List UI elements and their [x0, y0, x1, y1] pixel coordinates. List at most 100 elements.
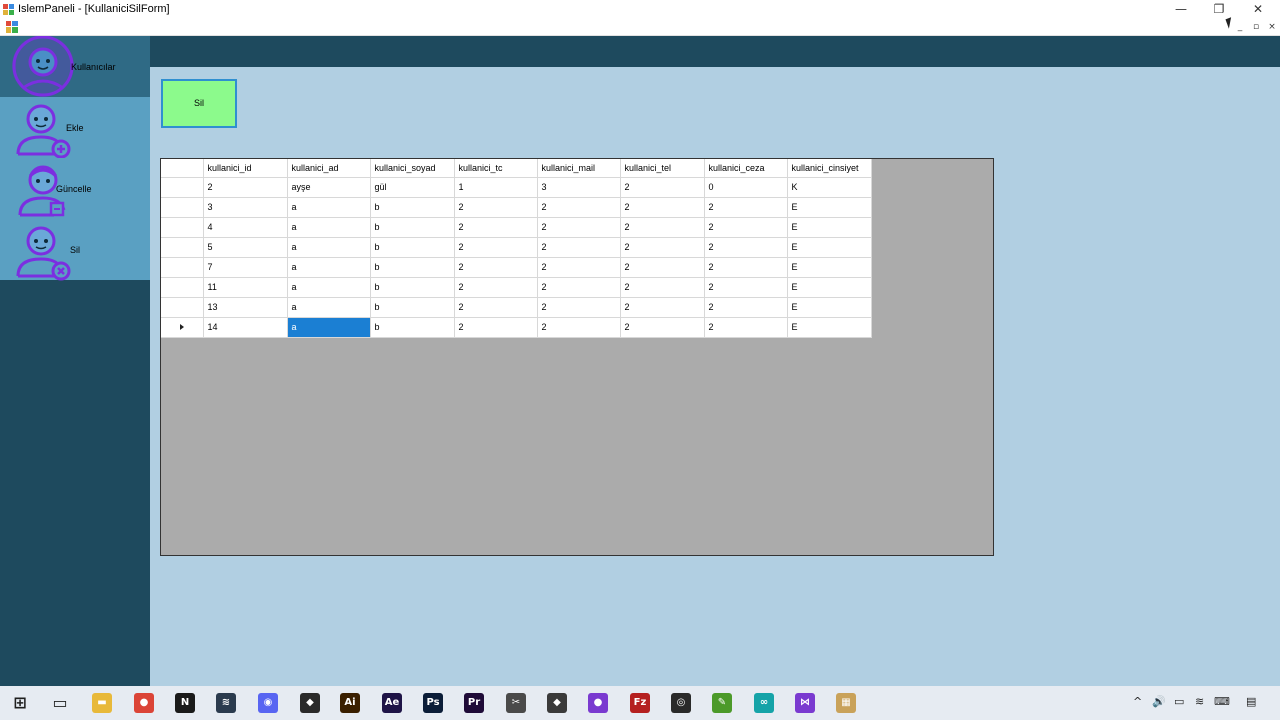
table-cell[interactable]: 13: [203, 297, 288, 318]
table-row[interactable]: 4ab2222E: [161, 217, 872, 238]
discord-icon[interactable]: ◉: [258, 693, 278, 713]
mdi-child-icon[interactable]: [6, 21, 18, 33]
table-cell[interactable]: 2: [620, 237, 705, 258]
table-cell[interactable]: b: [370, 217, 455, 238]
table-cell[interactable]: E: [787, 277, 872, 298]
table-cell[interactable]: 2: [620, 297, 705, 318]
column-header[interactable]: kullanici_tc: [454, 159, 538, 178]
visual-studio-icon[interactable]: ⋈: [795, 693, 815, 713]
illustrator-icon[interactable]: Ai: [340, 693, 360, 713]
table-cell[interactable]: 2: [620, 197, 705, 218]
unity-icon[interactable]: ◆: [300, 693, 320, 713]
table-cell[interactable]: 2: [537, 277, 621, 298]
table-cell[interactable]: 14: [203, 317, 288, 338]
table-cell[interactable]: b: [370, 297, 455, 318]
tray-chevron-icon[interactable]: ^: [1133, 695, 1142, 708]
row-header[interactable]: [161, 177, 204, 198]
table-row[interactable]: 3ab2222E: [161, 197, 872, 218]
table-row[interactable]: 14 a b 2 2 2 2 E: [161, 317, 872, 338]
file-explorer-icon[interactable]: ▬: [92, 693, 112, 713]
sidebar-item-ekle[interactable]: Ekle: [0, 97, 150, 159]
table-cell[interactable]: 2: [537, 297, 621, 318]
winforms-app-icon[interactable]: ▦: [836, 693, 856, 713]
table-cell[interactable]: E: [787, 257, 872, 278]
row-header[interactable]: [161, 257, 204, 278]
arduino-icon[interactable]: ∞: [754, 693, 774, 713]
table-cell[interactable]: E: [787, 237, 872, 258]
table-cell[interactable]: b: [370, 317, 455, 338]
git-icon[interactable]: ◆: [547, 693, 567, 713]
table-cell[interactable]: E: [787, 317, 872, 338]
table-cell[interactable]: 2: [454, 257, 538, 278]
table-cell[interactable]: 2: [454, 297, 538, 318]
table-cell[interactable]: a: [287, 297, 371, 318]
github-icon[interactable]: ●: [588, 693, 608, 713]
column-header[interactable]: kullanici_ad: [287, 159, 371, 178]
task-view-icon[interactable]: ▭: [50, 693, 70, 713]
column-header[interactable]: kullanici_tel: [620, 159, 705, 178]
windows-start-icon[interactable]: ⊞: [10, 693, 30, 713]
mdi-close-button[interactable]: ×: [1265, 21, 1279, 34]
table-cell[interactable]: 2: [454, 217, 538, 238]
column-header[interactable]: kullanici_mail: [537, 159, 621, 178]
row-header[interactable]: [161, 317, 204, 338]
table-cell[interactable]: 2: [537, 237, 621, 258]
premiere-icon[interactable]: Pr: [464, 693, 484, 713]
table-cell[interactable]: 2: [620, 217, 705, 238]
row-header[interactable]: [161, 237, 204, 258]
table-cell[interactable]: E: [787, 217, 872, 238]
table-cell[interactable]: a: [287, 277, 371, 298]
keyboard-icon[interactable]: ⌨: [1214, 695, 1230, 708]
table-cell[interactable]: 2: [203, 177, 288, 198]
table-cell[interactable]: 2: [537, 197, 621, 218]
table-cell[interactable]: K: [787, 177, 872, 198]
table-cell[interactable]: 3: [537, 177, 621, 198]
delete-button[interactable]: Sil: [161, 79, 237, 128]
table-cell[interactable]: 11: [203, 277, 288, 298]
restore-button[interactable]: ❐: [1204, 1, 1234, 18]
battery-icon[interactable]: ▭: [1174, 695, 1184, 708]
table-row[interactable]: 13 a b 2 2 2 2 E: [161, 297, 872, 318]
table-cell[interactable]: 2: [704, 217, 788, 238]
table-cell[interactable]: ayşe: [287, 177, 371, 198]
filezilla-icon[interactable]: Fz: [630, 693, 650, 713]
table-cell[interactable]: 2: [704, 237, 788, 258]
wifi-icon[interactable]: ≋: [1195, 695, 1204, 708]
table-cell[interactable]: b: [370, 257, 455, 278]
table-cell[interactable]: 2: [454, 317, 538, 338]
table-cell[interactable]: 2: [620, 317, 705, 338]
table-cell[interactable]: 2: [620, 177, 705, 198]
netflix-icon[interactable]: N: [175, 693, 195, 713]
table-cell[interactable]: E: [787, 197, 872, 218]
minimize-button[interactable]: —: [1166, 1, 1196, 18]
row-header[interactable]: [161, 297, 204, 318]
table-cell[interactable]: a: [287, 317, 371, 338]
users-data-grid[interactable]: kullanici_id kullanici_ad kullanici_soya…: [160, 158, 994, 556]
after-effects-icon[interactable]: Ae: [382, 693, 402, 713]
sidebar-item-guncelle[interactable]: Güncelle: [0, 158, 150, 219]
column-header[interactable]: kullanici_id: [203, 159, 288, 178]
row-header[interactable]: [161, 217, 204, 238]
table-row[interactable]: 2 ayşe gül 1 3 2 0 K: [161, 177, 872, 198]
notepad-plus-icon[interactable]: ✎: [712, 693, 732, 713]
table-cell[interactable]: E: [787, 297, 872, 318]
volume-icon[interactable]: 🔊: [1152, 695, 1166, 708]
table-cell[interactable]: 2: [704, 317, 788, 338]
table-row[interactable]: 7ab2222E: [161, 257, 872, 278]
table-cell[interactable]: 2: [454, 197, 538, 218]
row-header[interactable]: [161, 197, 204, 218]
column-header[interactable]: kullanici_cinsiyet: [787, 159, 872, 178]
photoshop-icon[interactable]: Ps: [423, 693, 443, 713]
table-cell[interactable]: 2: [454, 237, 538, 258]
close-button[interactable]: ✕: [1243, 1, 1273, 18]
chrome-icon[interactable]: ●: [134, 693, 154, 713]
table-cell[interactable]: 2: [620, 257, 705, 278]
table-cell[interactable]: 7: [203, 257, 288, 278]
table-cell[interactable]: b: [370, 237, 455, 258]
table-cell[interactable]: 2: [537, 257, 621, 278]
table-row[interactable]: 11 a b 2 2 2 2 E: [161, 277, 872, 298]
table-row[interactable]: 5ab2222E: [161, 237, 872, 258]
table-cell[interactable]: 2: [537, 217, 621, 238]
table-cell[interactable]: 2: [620, 277, 705, 298]
table-cell[interactable]: 2: [537, 317, 621, 338]
